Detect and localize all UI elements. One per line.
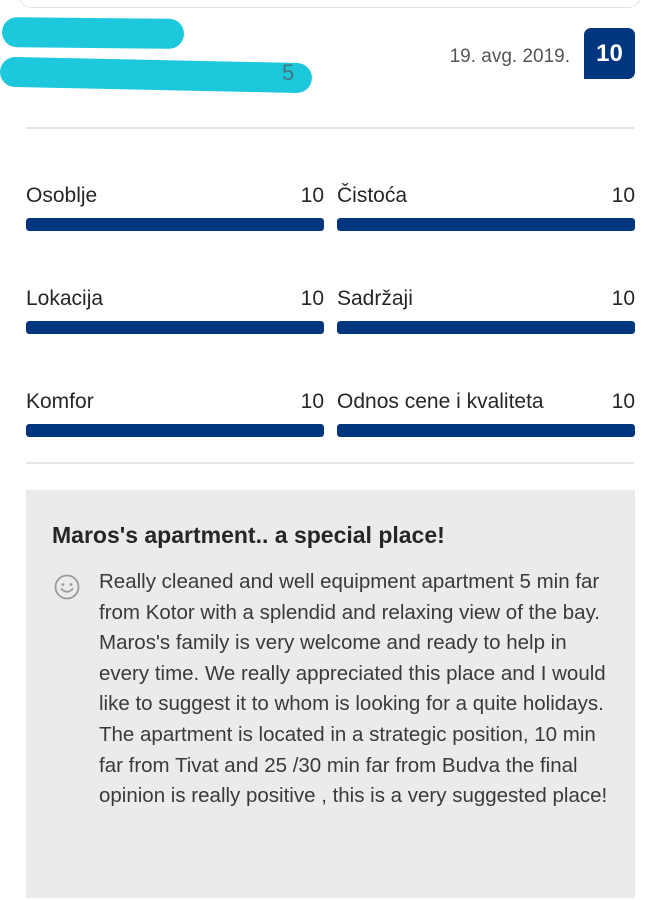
rating-value: 10 <box>300 287 324 310</box>
rating-label: Čistoća <box>337 184 408 207</box>
rating-label: Sadržaji <box>337 287 413 310</box>
review-title: Maros's apartment.. a special place! <box>52 522 445 548</box>
review-page: 5 19. avg. 2019. 10 Osoblje 10 Čistoća 1… <box>0 0 660 900</box>
rating-bar-fill <box>337 218 635 231</box>
redaction-scribble <box>1 17 185 49</box>
smiley-icon <box>54 574 80 600</box>
rating-facilities: Sadržaji 10 <box>337 287 635 337</box>
review-content-box: Maros's apartment.. a special place! Rea… <box>26 490 635 898</box>
rating-label: Osoblje <box>26 184 98 207</box>
rating-value: 10 <box>300 390 324 413</box>
rating-staff: Osoblje 10 <box>26 184 324 234</box>
rating-bar <box>337 321 635 334</box>
rating-comfort: Komfor 10 <box>26 390 324 440</box>
rating-bar <box>337 218 635 231</box>
redaction-scribble <box>0 56 313 94</box>
rating-bar-fill <box>337 424 635 437</box>
review-score-badge: 10 <box>584 28 635 79</box>
rating-value: 10 <box>611 390 635 413</box>
rating-value-for-money: Odnos cene i kvaliteta 10 <box>337 390 635 440</box>
reviewer-info-remnant: 5 <box>282 60 295 85</box>
rating-bar-fill <box>26 321 324 334</box>
review-date: 19. avg. 2019. <box>449 46 570 67</box>
rating-cleanliness: Čistoća 10 <box>337 184 635 234</box>
rating-value: 10 <box>611 287 635 310</box>
rating-bar <box>337 424 635 437</box>
rating-label: Komfor <box>26 390 94 413</box>
rating-value: 10 <box>300 184 324 207</box>
rating-bar-fill <box>26 218 324 231</box>
rating-label: Odnos cene i kvaliteta <box>337 390 544 413</box>
review-positive-text: Really cleaned and well equipment apartm… <box>99 570 608 808</box>
rating-bar-fill <box>337 321 635 334</box>
divider <box>26 462 634 464</box>
rating-bar-fill <box>26 424 324 437</box>
divider <box>26 127 634 129</box>
previous-card-edge <box>18 0 642 8</box>
rating-label: Lokacija <box>26 287 104 310</box>
rating-bar <box>26 424 324 437</box>
rating-bar <box>26 321 324 334</box>
rating-bar <box>26 218 324 231</box>
rating-location: Lokacija 10 <box>26 287 324 337</box>
rating-value: 10 <box>611 184 635 207</box>
